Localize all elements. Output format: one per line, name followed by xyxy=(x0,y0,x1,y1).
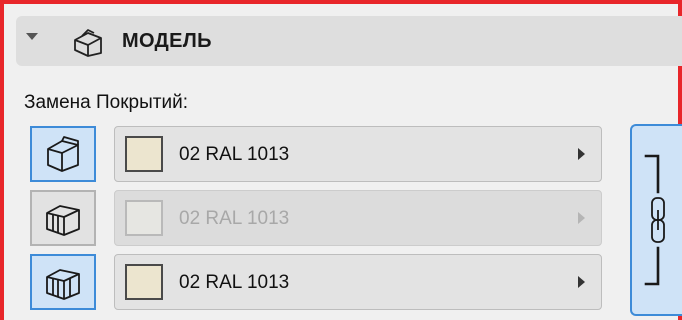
material-swatch xyxy=(125,136,163,172)
chain-link-icon xyxy=(644,154,665,286)
panel-title: МОДЕЛЬ xyxy=(122,30,212,52)
collapse-arrow-icon[interactable] xyxy=(26,33,38,40)
other-surface-material-picker[interactable]: 02 RAL 1013 xyxy=(114,254,602,310)
other-surface-icon xyxy=(46,269,80,300)
submenu-arrow-icon xyxy=(578,212,585,224)
override-surfaces-label: Замена Покрытий: xyxy=(24,92,188,113)
model-panel-header[interactable] xyxy=(16,16,682,66)
submenu-arrow-icon xyxy=(578,276,585,288)
side-surface-icon xyxy=(46,205,80,236)
side-surface-material-picker[interactable]: 02 RAL 1013 xyxy=(114,190,602,246)
top-surface-icon xyxy=(47,136,79,172)
top-surface-material-picker[interactable]: 02 RAL 1013 xyxy=(114,126,602,182)
settings-panel-frame: МОДЕЛЬ Замена Покрытий: 02 RAL 1013 02 R… xyxy=(0,0,682,320)
material-swatch xyxy=(125,200,163,236)
link-surfaces-toggle[interactable] xyxy=(630,124,682,316)
material-name: 02 RAL 1013 xyxy=(179,208,290,229)
submenu-arrow-icon xyxy=(578,148,585,160)
other-surface-toggle[interactable] xyxy=(30,254,96,310)
material-name: 02 RAL 1013 xyxy=(179,144,290,165)
material-swatch xyxy=(125,264,163,300)
top-surface-toggle[interactable] xyxy=(30,126,96,182)
model-box-icon xyxy=(74,29,102,57)
side-surface-toggle[interactable] xyxy=(30,190,96,246)
material-name: 02 RAL 1013 xyxy=(179,272,290,293)
